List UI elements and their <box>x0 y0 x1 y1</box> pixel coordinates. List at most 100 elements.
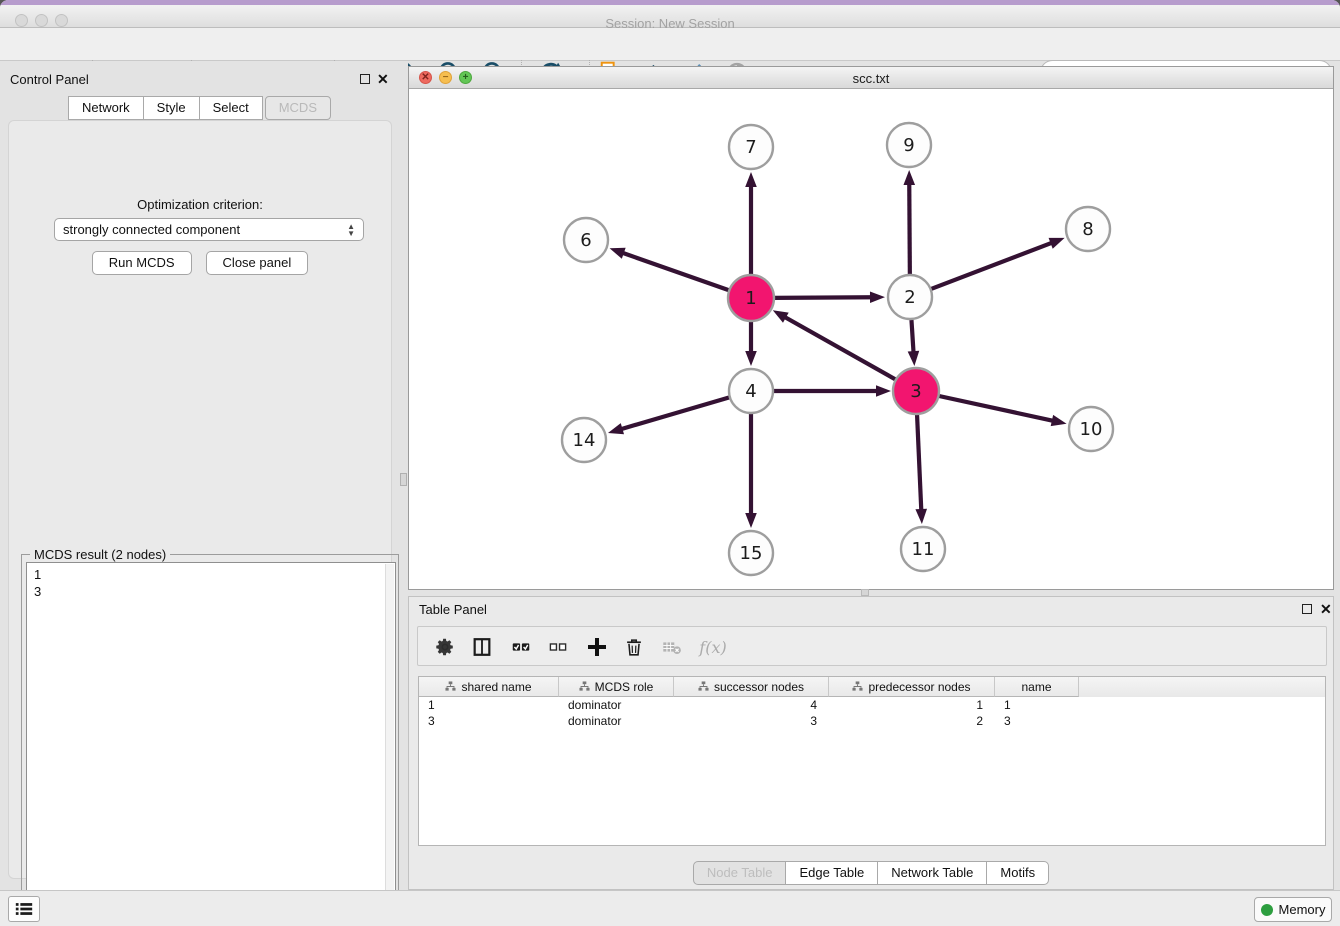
criterion-value: strongly connected component <box>63 222 240 237</box>
graph-edge-arrowhead <box>1049 238 1065 249</box>
tab-network[interactable]: Network <box>68 96 144 120</box>
task-history-button[interactable] <box>8 896 40 922</box>
column-header[interactable]: successor nodes <box>674 677 829 697</box>
graph-node-label: 2 <box>904 287 915 308</box>
graph-node-label: 14 <box>573 430 596 451</box>
table-cell[interactable]: 3 <box>995 713 1079 729</box>
tab-network-table[interactable]: Network Table <box>877 861 987 885</box>
node-table[interactable]: shared nameMCDS rolesuccessor nodesprede… <box>418 676 1326 846</box>
graph-edge-arrowhead <box>608 423 624 434</box>
table-cell[interactable]: 3 <box>674 713 829 729</box>
table-cell[interactable]: 1 <box>419 697 559 713</box>
vertical-splitter[interactable] <box>400 61 408 890</box>
graph-node-label: 4 <box>745 381 756 402</box>
mcds-result-textarea[interactable]: 1 3 <box>26 562 396 926</box>
optimization-criterion-label: Optimization criterion: <box>9 197 391 212</box>
main-titlebar: Session: New Session <box>0 5 1340 28</box>
close-table-panel-icon[interactable]: ✕ <box>1320 603 1332 615</box>
table-panel: Table Panel ✕ f(x) <box>408 596 1334 890</box>
show-column-icon[interactable] <box>468 633 496 661</box>
graph-edge[interactable] <box>931 242 1053 289</box>
graph-edge[interactable] <box>774 297 873 298</box>
graph-edge[interactable] <box>621 252 729 290</box>
control-panel-tabs: Network Style Select MCDS <box>0 96 400 120</box>
close-panel-icon[interactable]: ✕ <box>377 73 389 85</box>
graph-edge-arrowhead <box>908 351 920 366</box>
table-cell[interactable]: dominator <box>559 697 674 713</box>
close-panel-button[interactable]: Close panel <box>206 251 309 275</box>
graph-node-label: 7 <box>745 137 756 158</box>
unselect-all-columns-icon[interactable] <box>544 633 572 661</box>
graph-node-label: 10 <box>1080 419 1103 440</box>
create-column-icon[interactable] <box>583 633 611 661</box>
attribute-tree-icon <box>445 681 456 692</box>
control-panel-title: Control Panel <box>10 72 89 87</box>
network-graph-canvas[interactable]: 7968124314101511 <box>409 89 1333 589</box>
table-cell[interactable]: 1 <box>995 697 1079 713</box>
delete-column-trash-icon[interactable] <box>620 633 648 661</box>
function-builder-icon: f(x) <box>694 633 732 661</box>
tab-style[interactable]: Style <box>143 96 200 120</box>
mcds-result-values: 1 3 <box>27 563 395 600</box>
mcds-panel: Optimization criterion: strongly connect… <box>8 120 392 879</box>
graph-edge-arrowhead <box>745 351 757 366</box>
tab-edge-table[interactable]: Edge Table <box>785 861 878 885</box>
select-all-columns-icon[interactable] <box>507 633 535 661</box>
float-table-panel-icon[interactable] <box>1302 604 1312 614</box>
table-tabs: Node Table Edge Table Network Table Moti… <box>409 861 1333 885</box>
graph-edge[interactable] <box>938 396 1054 421</box>
table-row[interactable]: 3dominator323 <box>419 713 1325 729</box>
graph-edge-arrowhead <box>903 170 915 185</box>
memory-status-icon <box>1261 904 1273 916</box>
table-panel-title: Table Panel <box>419 602 487 617</box>
attribute-tree-icon <box>579 681 590 692</box>
table-toolbar: f(x) <box>417 626 1327 666</box>
table-cell[interactable]: 4 <box>674 697 829 713</box>
memory-label: Memory <box>1279 902 1326 917</box>
application-window: Session: New Session <box>0 0 1340 926</box>
table-cell[interactable]: 1 <box>829 697 995 713</box>
attribute-tree-icon <box>698 681 709 692</box>
tab-select[interactable]: Select <box>199 96 263 120</box>
table-cell[interactable]: 2 <box>829 713 995 729</box>
graph-edge-arrowhead <box>1051 415 1067 426</box>
graph-edge[interactable] <box>783 316 896 380</box>
memory-button[interactable]: Memory <box>1254 897 1332 922</box>
table-cell[interactable]: 3 <box>419 713 559 729</box>
table-body: 1dominator4113dominator323 <box>419 697 1325 729</box>
tab-node-table[interactable]: Node Table <box>693 861 787 885</box>
network-window-titlebar[interactable]: ✕ − + scc.txt <box>409 67 1333 89</box>
column-header[interactable]: MCDS role <box>559 677 674 697</box>
column-header[interactable]: shared name <box>419 677 559 697</box>
graph-edge[interactable] <box>909 182 910 274</box>
splitter-handle[interactable] <box>400 473 407 486</box>
table-cell[interactable]: dominator <box>559 713 674 729</box>
network-window-title: scc.txt <box>409 71 1333 86</box>
graph-edge[interactable] <box>917 414 921 512</box>
graph-edge-arrowhead <box>876 385 891 397</box>
graph-edge-arrowhead <box>870 291 885 303</box>
tab-motifs[interactable]: Motifs <box>986 861 1049 885</box>
graph-node-label: 8 <box>1082 219 1093 240</box>
delete-table-icon <box>658 633 686 661</box>
graph-node-label: 1 <box>745 288 756 309</box>
graph-edge[interactable] <box>911 320 913 354</box>
graph-edge-arrowhead <box>745 513 757 528</box>
main-toolbar <box>0 28 1340 61</box>
table-row[interactable]: 1dominator411 <box>419 697 1325 713</box>
graph-node-label: 9 <box>903 135 914 156</box>
graph-edge[interactable] <box>620 397 729 429</box>
criterion-dropdown[interactable]: strongly connected component ▲▼ <box>54 218 364 241</box>
float-panel-icon[interactable] <box>360 74 370 84</box>
mcds-result-scrollbar[interactable] <box>385 564 394 926</box>
column-header[interactable]: name <box>995 677 1079 697</box>
column-header[interactable]: predecessor nodes <box>829 677 995 697</box>
control-panel: Control Panel ✕ Network Style Select MCD… <box>0 61 400 890</box>
table-settings-gear-icon[interactable] <box>431 633 459 661</box>
graph-node-label: 3 <box>910 381 921 402</box>
horizontal-splitter-handle[interactable] <box>861 589 869 596</box>
tab-mcds[interactable]: MCDS <box>265 96 331 120</box>
graph-node-label: 6 <box>580 230 591 251</box>
network-view-window: ✕ − + scc.txt 7968124314101511 <box>408 66 1334 590</box>
run-mcds-button[interactable]: Run MCDS <box>92 251 192 275</box>
